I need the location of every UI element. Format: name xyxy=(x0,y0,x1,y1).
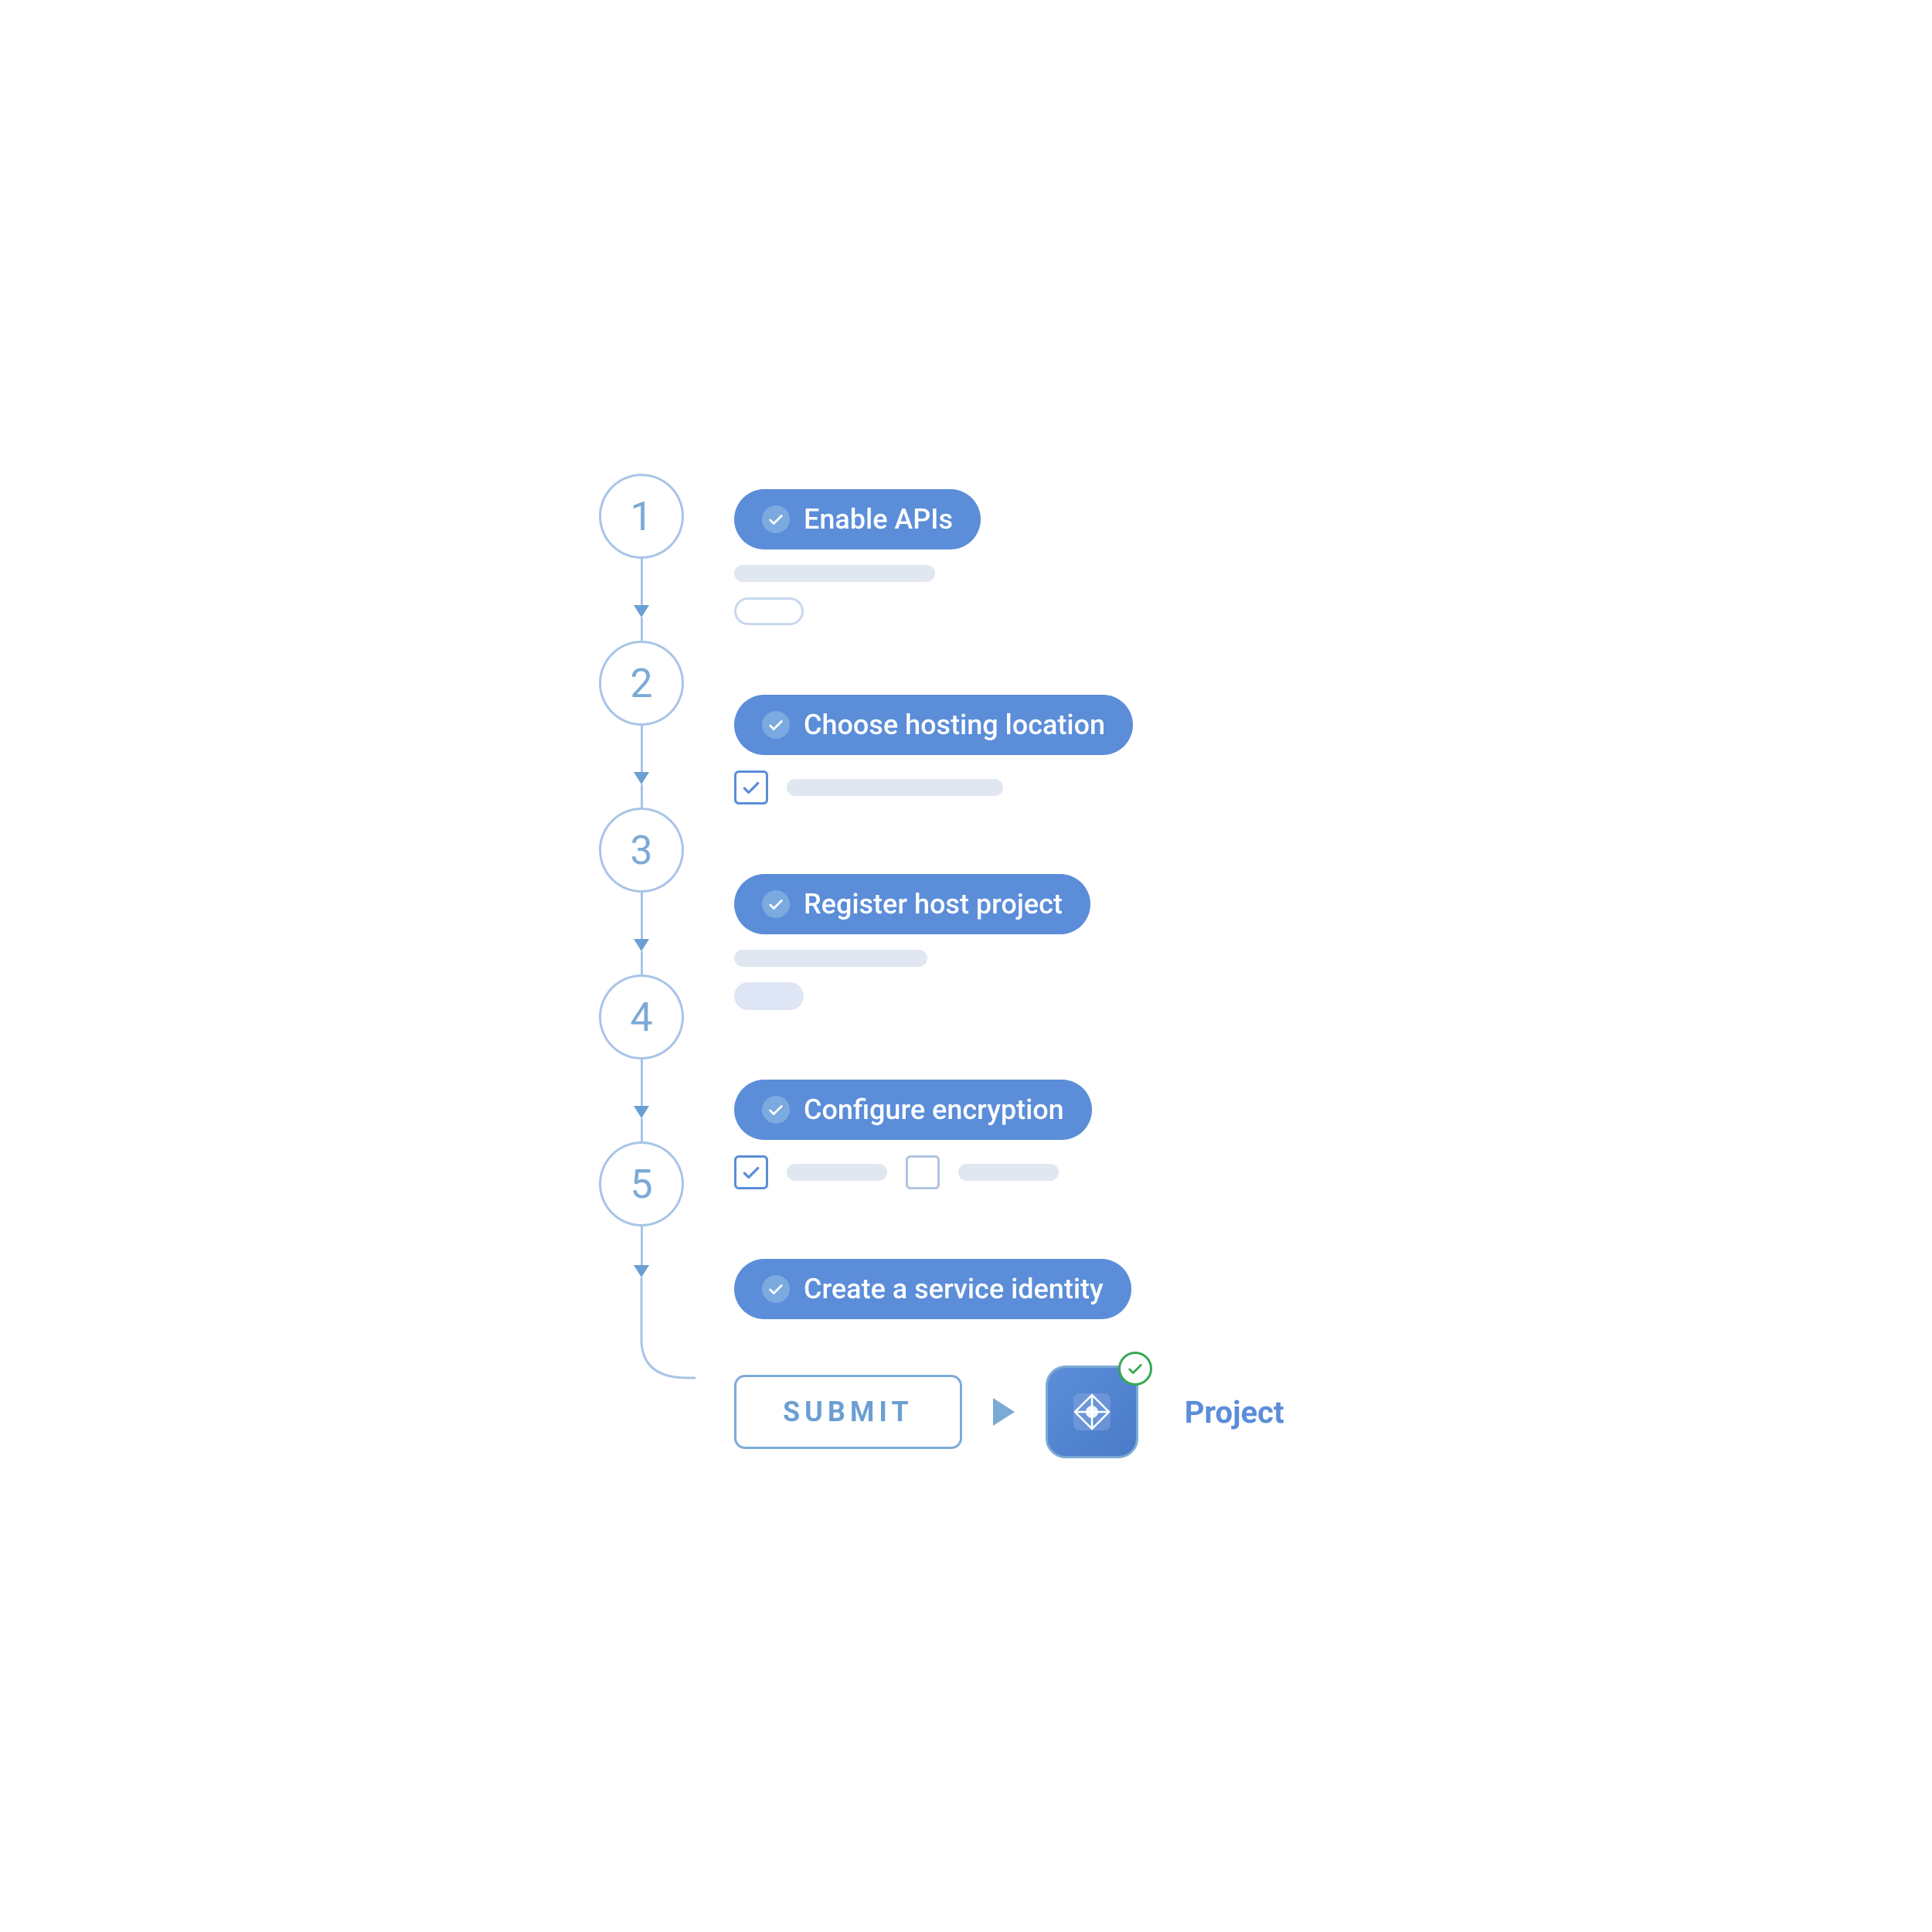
submit-area: SUBMIT xyxy=(734,1366,1284,1458)
step-4-extras xyxy=(734,1155,1284,1189)
step-4-content: Configure encryption xyxy=(734,1064,1284,1243)
step-circle-1: 1 xyxy=(599,474,684,559)
page-container: 1 2 3 4 xyxy=(541,412,1391,1520)
check-icon-4 xyxy=(762,1096,790,1124)
arrow-4 xyxy=(634,1106,649,1118)
placeholder-pill xyxy=(734,597,804,625)
check-icon-2 xyxy=(762,711,790,739)
checkbox-checked-4[interactable] xyxy=(734,1155,768,1189)
placeholder-pill-blue xyxy=(734,982,804,1010)
project-wrapper xyxy=(1046,1366,1138,1458)
placeholder-bar-2 xyxy=(787,779,1003,796)
connector-line xyxy=(641,1118,643,1141)
step-3-badge: Register host project xyxy=(734,874,1090,934)
step-circle-3: 3 xyxy=(599,808,684,893)
arrow-1 xyxy=(634,605,649,617)
check-icon-3 xyxy=(762,890,790,918)
step-3-content: Register host project xyxy=(734,859,1284,1064)
steps-layout: 1 2 3 4 xyxy=(587,474,1284,1458)
bottom-curve xyxy=(587,1277,696,1401)
connector-line xyxy=(641,784,643,808)
check-icon-5 xyxy=(762,1275,790,1303)
step-5-badge: Create a service identity xyxy=(734,1259,1131,1319)
connector-line xyxy=(641,951,643,975)
checkbox-unchecked-4[interactable] xyxy=(906,1155,940,1189)
step-2-badge: Choose hosting location xyxy=(734,695,1133,755)
check-icon-1 xyxy=(762,505,790,533)
step-circle-4: 4 xyxy=(599,975,684,1060)
connector-line xyxy=(641,559,643,605)
submit-button[interactable]: SUBMIT xyxy=(734,1375,962,1449)
green-check-icon xyxy=(1118,1352,1152,1386)
step-4-badge: Configure encryption xyxy=(734,1080,1092,1140)
placeholder-bar-4a xyxy=(787,1164,887,1181)
step-1-badge: Enable APIs xyxy=(734,489,981,549)
placeholder-bar xyxy=(734,565,935,582)
step-2-extras xyxy=(734,770,1284,804)
step-circle-2: 2 xyxy=(599,641,684,726)
connector-line xyxy=(641,893,643,939)
connector-line xyxy=(641,1060,643,1106)
connector-line xyxy=(641,617,643,641)
placeholder-bar-4b xyxy=(958,1164,1059,1181)
arrow-2 xyxy=(634,772,649,784)
connector-line xyxy=(641,726,643,772)
checkbox-checked-2[interactable] xyxy=(734,770,768,804)
step-circle-5: 5 xyxy=(599,1141,684,1226)
project-label: Project xyxy=(1185,1394,1284,1430)
left-track: 1 2 3 4 xyxy=(587,474,696,1458)
arrow-3 xyxy=(634,939,649,951)
arrow-5 xyxy=(634,1265,649,1277)
step-2-content: Choose hosting location xyxy=(734,679,1284,859)
placeholder-bar-3 xyxy=(734,950,927,967)
right-track: Enable APIs Choose hosting location xyxy=(696,474,1284,1458)
step-5-content: Create a service identity xyxy=(734,1243,1284,1358)
step-1-content: Enable APIs xyxy=(734,474,1284,679)
connector-line xyxy=(641,1226,643,1265)
arrow-right-icon xyxy=(993,1398,1015,1426)
